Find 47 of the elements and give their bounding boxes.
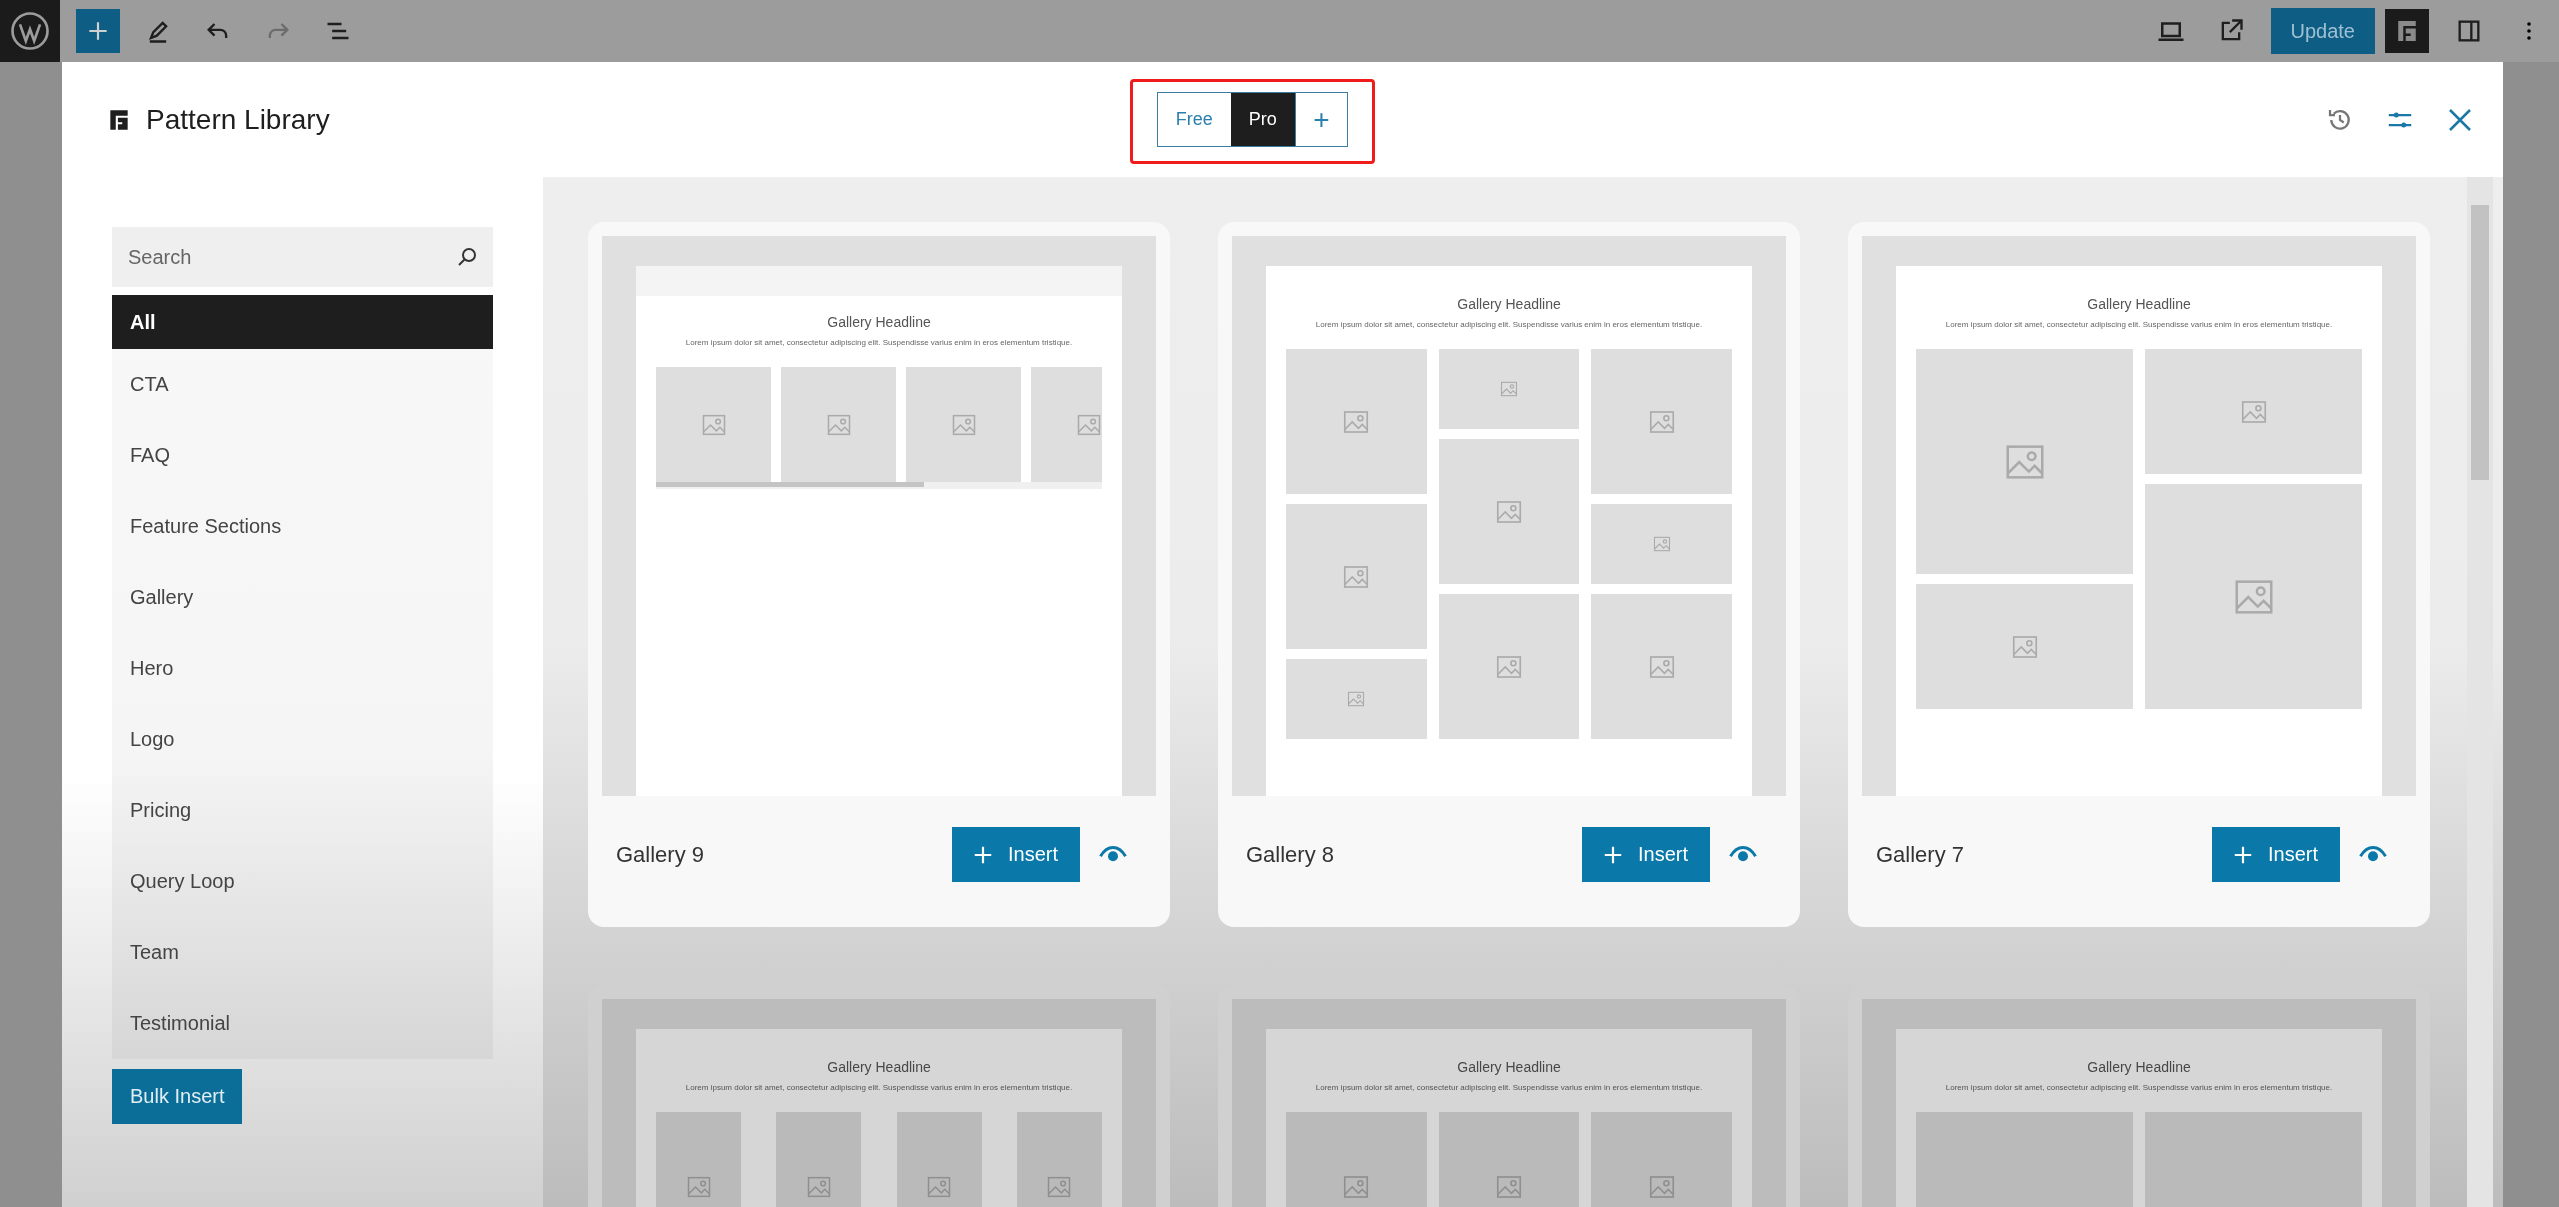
preview-text: Lorem ipsum dolor sit amet, consectetur adipiscing elit. Suspendisse varius enim in eros elementum tristique. <box>1945 320 2333 329</box>
preview-text: Lorem ipsum dolor sit amet, consectetur adipiscing elit. Suspendisse varius enim in eros elementum tristique. <box>1315 1083 1703 1092</box>
preview-headline: Gallery Headline <box>2087 1059 2191 1075</box>
preview-text: Lorem ipsum dolor sit amet, consectetur adipiscing elit. Suspendisse varius enim in eros elementum tristique. <box>685 1083 1073 1092</box>
add-block-button[interactable] <box>76 9 120 53</box>
category-item[interactable]: All <box>112 295 493 349</box>
category-item[interactable]: Testimonial <box>112 988 493 1059</box>
pattern-preview[interactable]: Gallery Headline Lorem ipsum dolor sit amet, consectetur adipiscing elit. Suspendisse varius enim in eros elementum tristique. <box>1862 236 2416 796</box>
category-item[interactable]: Feature Sections <box>112 491 493 562</box>
image-icon <box>1499 379 1519 399</box>
preview-headline: Gallery Headline <box>2087 296 2191 312</box>
update-button[interactable]: Update <box>2270 8 2375 54</box>
category-item[interactable]: FAQ <box>112 420 493 491</box>
preview-headline: Gallery Headline <box>1457 1059 1561 1075</box>
pattern-title: Gallery 7 <box>1876 841 1966 868</box>
pattern-title: Gallery 9 <box>616 841 706 868</box>
pattern-preview[interactable]: Gallery Headline Lorem ipsum dolor sit amet, consectetur adipiscing elit. Suspendisse varius enim in eros elementum tristique. <box>602 236 1156 796</box>
pattern-preview[interactable]: Gallery Headline Lorem ipsum dolor sit amet, consectetur adipiscing elit. Suspendisse varius enim in eros elementum tristique. <box>1232 236 1786 796</box>
category-item[interactable]: CTA <box>112 349 493 420</box>
modal-title: Pattern Library <box>146 103 330 136</box>
insert-button[interactable]: Insert <box>951 827 1080 882</box>
preview-text: Lorem ipsum dolor sit amet, consectetur adipiscing elit. Suspendisse varius enim in eros elementum tristique. <box>1945 1083 2333 1092</box>
pattern-preview[interactable]: Gallery Headline Lorem ipsum dolor sit amet, consectetur adipiscing elit. Suspendisse varius enim in eros elementum tristique. <box>1232 999 1786 1207</box>
insert-button[interactable]: Insert <box>2211 827 2340 882</box>
pattern-preview[interactable]: Gallery Headline Lorem ipsum dolor sit amet, consectetur adipiscing elit. Suspendisse varius enim in eros elementum tristique. <box>602 999 1156 1207</box>
category-item[interactable]: Gallery <box>112 562 493 633</box>
category-item[interactable]: Team <box>112 917 493 988</box>
pattern-title: Gallery 8 <box>1246 841 1336 868</box>
category-item[interactable]: Query Loop <box>112 846 493 917</box>
preview-text: Lorem ipsum dolor sit amet, consectetur adipiscing elit. Suspendisse varius enim in eros elementum tristique. <box>1315 320 1703 329</box>
scrollbar[interactable] <box>656 482 1102 489</box>
category-item[interactable]: Hero <box>112 633 493 704</box>
wordpress-logo-icon[interactable] <box>10 11 50 51</box>
preview-headline: Gallery Headline <box>1457 296 1561 312</box>
search-field[interactable]: Search <box>112 227 493 287</box>
image-icon <box>1651 534 1672 554</box>
preview-text: Lorem ipsum dolor sit amet, consectetur adipiscing elit. Suspendisse varius enim in eros elementum tristique. <box>685 338 1073 347</box>
category-item[interactable]: Logo <box>112 704 493 775</box>
bulk-insert-button[interactable]: Bulk Insert <box>112 1069 243 1124</box>
plan-tab[interactable]: Pro <box>1230 93 1295 146</box>
category-item[interactable]: Pricing <box>112 775 493 846</box>
scrollbar-thumb[interactable] <box>2471 205 2489 480</box>
image-icon <box>1346 689 1367 709</box>
preview-headline: Gallery Headline <box>827 314 931 330</box>
insert-button[interactable]: Insert <box>1581 827 1710 882</box>
pattern-preview[interactable]: Gallery Headline Lorem ipsum dolor sit amet, consectetur adipiscing elit. Suspendisse varius enim in eros elementum tristique. <box>1862 999 2416 1207</box>
preview-headline: Gallery Headline <box>827 1059 931 1075</box>
